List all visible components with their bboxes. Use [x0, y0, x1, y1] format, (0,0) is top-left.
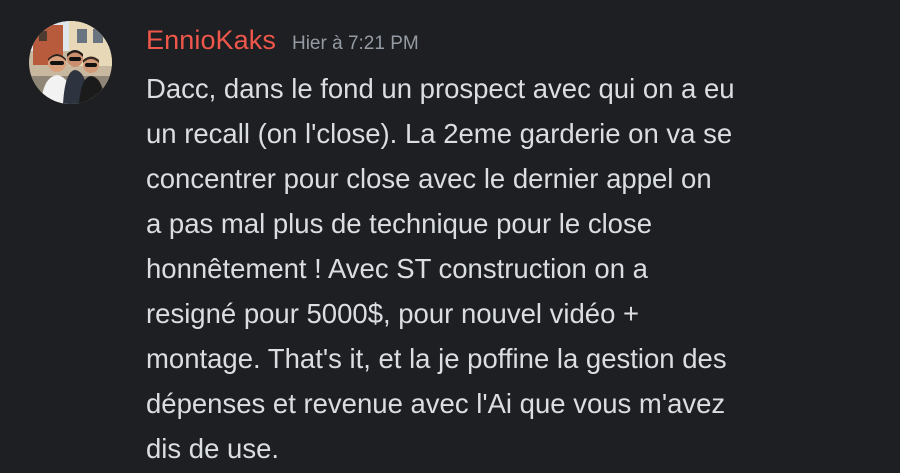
message-line: a pas mal plus de technique pour le clos… [146, 208, 653, 239]
chat-message: EnnioKaks Hier à 7:21 PM Dacc, dans le f… [0, 0, 900, 473]
message-line: dis de use. [146, 433, 280, 464]
message-line: resigné pour 5000$, pour nouvel vidéo + [146, 298, 640, 329]
user-avatar[interactable] [29, 21, 112, 104]
message-line: montage. That's it, et la je poffine la … [146, 343, 727, 374]
message-line: dépenses et revenue avec l'Ai que vous m… [146, 388, 726, 419]
message-content: Dacc, dans le fond un prospect avec qui … [146, 66, 846, 471]
message-line: honnêtement ! Avec ST construction on a [146, 253, 648, 284]
message-line: Dacc, dans le fond un prospect avec qui … [146, 73, 735, 104]
message-line: concentrer pour close avec le dernier ap… [146, 163, 712, 194]
author-name[interactable]: EnnioKaks [146, 25, 276, 56]
message-header: EnnioKaks Hier à 7:21 PM [146, 25, 419, 59]
message-timestamp[interactable]: Hier à 7:21 PM [292, 33, 419, 55]
message-line: un recall (on l'close). La 2eme garderie… [146, 118, 733, 149]
avatar-photo-image [29, 21, 112, 104]
